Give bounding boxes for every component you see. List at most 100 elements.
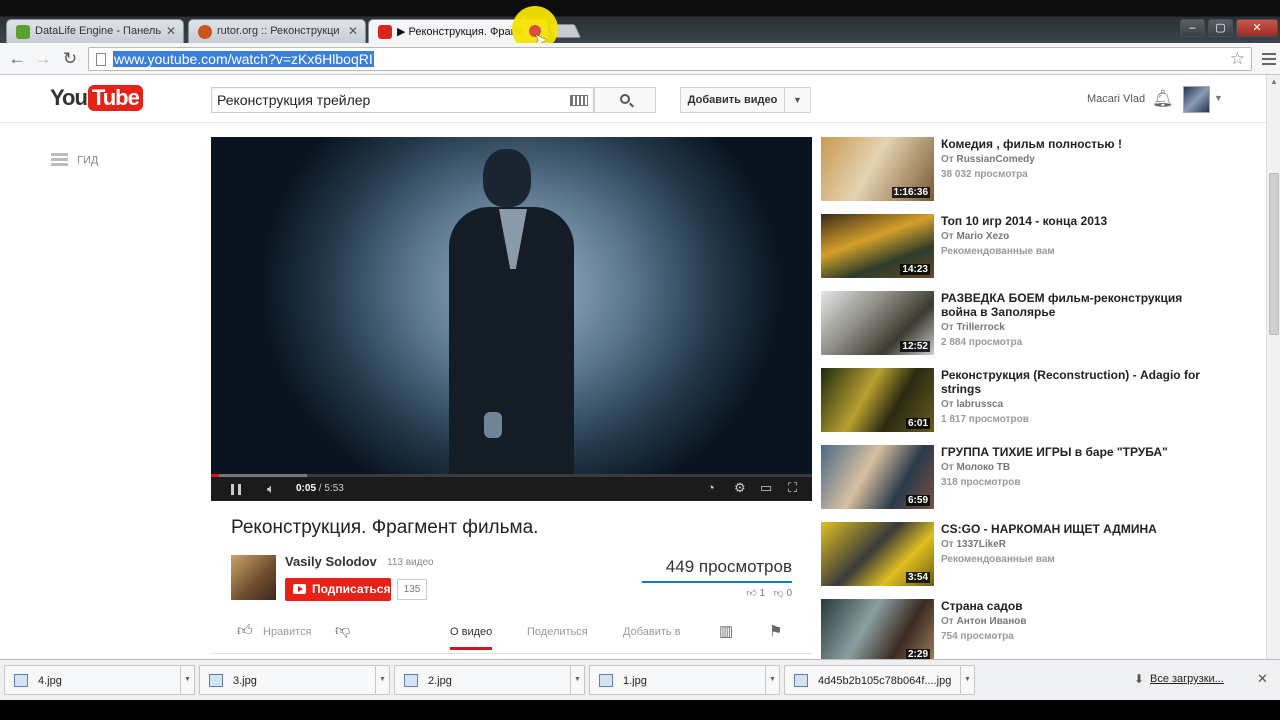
video-thumbnail[interactable]: 6:59 [821,445,934,509]
like-button[interactable]: Нравится [263,626,312,638]
related-channel[interactable]: labrussca [956,399,1003,410]
youtube-favicon-icon [378,25,392,39]
download-item[interactable]: 3.jpg ▼ [199,665,390,695]
related-channel[interactable]: Trillerrock [956,322,1004,333]
thumbs-down-icon[interactable]: 👎︎ [774,588,784,599]
tab-share[interactable]: Поделиться [527,626,588,638]
channel-name[interactable]: Vasily Solodov [285,554,377,569]
pause-icon[interactable] [231,484,241,495]
related-meta: Рекомендованные вам [941,246,1055,257]
statistics-icon[interactable]: ▥ [719,622,733,640]
tab-datalife[interactable]: DataLife Engine - Панель ✕ [6,19,184,44]
close-icon[interactable]: ✕ [166,24,176,38]
url-text[interactable]: www.youtube.com/watch?v=zKx6HlboqRI [113,51,374,67]
subscribe-button[interactable]: Подписаться [285,578,391,601]
page-scrollbar[interactable]: ▲ [1266,75,1280,659]
related-title[interactable]: CS:GO - НАРКОМАН ИЩЕТ АДМИНА [941,522,1157,536]
related-video[interactable]: 1:16:36 Комедия , фильм полностью ! От R… [821,137,1241,201]
fullscreen-icon[interactable]: ⛶ [788,480,797,496]
scrollbar-thumb[interactable] [1269,173,1279,335]
duration-badge: 2:29 [905,649,930,659]
watch-later-icon[interactable]: ◔ [707,480,715,495]
related-title[interactable]: Комедия , фильм полностью ! [941,137,1122,151]
bell-icon[interactable]: 🔔︎ [1152,89,1174,109]
channel-video-count[interactable]: 113 видео [387,557,434,568]
maximize-button[interactable]: ▢ [1208,19,1233,37]
download-item[interactable]: 1.jpg ▼ [589,665,780,695]
bookmark-star-icon[interactable]: ☆ [1230,49,1245,69]
search-button[interactable] [594,87,656,113]
chevron-down-icon[interactable]: ▼ [570,666,584,694]
reload-icon[interactable]: ↻ [59,49,81,69]
youtube-logo[interactable]: You Tube [50,85,143,113]
tab-add-to[interactable]: Добавить в [623,626,681,638]
related-video[interactable]: 6:59 ГРУППА ТИХИЕ ИГРЫ в баре "ТРУБА" От… [821,445,1241,509]
related-video[interactable]: 3:54 CS:GO - НАРКОМАН ИЩЕТ АДМИНА От 133… [821,522,1241,586]
related-video[interactable]: 14:23 Топ 10 игр 2014 - конца 2013 От Ma… [821,214,1241,278]
chevron-down-icon[interactable]: ▼ [765,666,779,694]
related-title[interactable]: Реконструкция (Reconstruction) - Adagio … [941,368,1200,396]
guide-button[interactable]: ГИД [51,153,98,168]
logo-you: You [50,85,88,110]
chevron-down-icon[interactable]: ▼ [375,666,389,694]
channel-avatar[interactable] [231,555,276,600]
close-icon[interactable]: ✕ [1257,671,1268,687]
related-meta: 2 884 просмотра [941,337,1023,348]
video-thumbnail[interactable]: 14:23 [821,214,934,278]
related-video[interactable]: 2:29 Страна садов От Антон Иванов 754 пр… [821,599,1241,659]
keyboard-icon[interactable] [570,95,588,106]
video-thumbnail[interactable]: 6:01 [821,368,934,432]
download-item[interactable]: 2.jpg ▼ [394,665,585,695]
flag-icon[interactable]: ⚑ [769,622,782,640]
username[interactable]: Macari Vlad [1087,93,1145,105]
related-meta: Рекомендованные вам [941,554,1055,565]
upload-dropdown-button[interactable]: ▼ [785,87,811,113]
download-item[interactable]: 4.jpg ▼ [4,665,195,695]
forward-arrow-icon[interactable]: → [32,49,54,69]
video-thumbnail[interactable]: 1:16:36 [821,137,934,201]
gear-icon[interactable]: ⚙ [734,480,746,496]
tab-rutor[interactable]: rutor.org :: Реконструкци ✕ [188,19,366,44]
scroll-up-icon[interactable]: ▲ [1270,77,1278,86]
browser-menu-icon[interactable] [1262,53,1276,68]
upload-button[interactable]: Добавить видео [680,87,785,113]
all-downloads-link[interactable]: Все загрузки... [1134,672,1224,686]
chevron-down-icon[interactable]: ▼ [180,666,194,694]
theater-mode-icon[interactable]: ▭ [760,480,772,496]
back-arrow-icon[interactable]: ← [6,49,28,69]
like-icon[interactable]: 👍︎ [237,622,253,640]
search-query: Реконструкция трейлер [217,92,371,108]
thumbs-up-icon[interactable]: 👍︎ [746,588,756,599]
related-channel[interactable]: Молоко ТВ [956,462,1010,473]
minimize-button[interactable]: – [1180,19,1205,37]
close-icon[interactable]: ✕ [348,24,358,38]
search-input[interactable]: Реконструкция трейлер [211,87,594,113]
youtube-page: You Tube Реконструкция трейлер Добавить в… [0,75,1266,659]
video-frame[interactable] [211,137,812,474]
related-title[interactable]: Страна садов [941,599,1023,613]
dislike-icon[interactable]: 👎︎ [335,622,350,640]
related-video[interactable]: 12:52 РАЗВЕДКА БОЕМ фильм-реконструкция … [821,291,1241,355]
tab-about[interactable]: О видео [450,626,493,650]
video-thumbnail[interactable]: 12:52 [821,291,934,355]
related-channel[interactable]: 1337LikeR [956,539,1005,550]
related-video[interactable]: 6:01 Реконструкция (Reconstruction) - Ad… [821,368,1241,432]
chevron-down-icon[interactable]: ▼ [1214,93,1223,103]
related-title[interactable]: ГРУППА ТИХИЕ ИГРЫ в баре "ТРУБА" [941,445,1168,459]
avatar[interactable] [1183,86,1210,113]
chevron-down-icon[interactable]: ▼ [960,666,974,694]
related-title[interactable]: РАЗВЕДКА БОЕМ фильм-реконструкция война … [941,291,1182,319]
related-title[interactable]: Топ 10 игр 2014 - конца 2013 [941,214,1107,228]
related-channel[interactable]: Mario Xezo [956,231,1009,242]
page-icon [96,53,106,66]
related-channel[interactable]: RussianComedy [956,154,1034,165]
related-channel[interactable]: Антон Иванов [956,616,1026,627]
video-player[interactable]: 🔈︎ 0:05 / 5:53 ◔ ⚙ ▭ ⛶ [211,137,812,501]
download-item[interactable]: 4d45b2b105c78b064f....jpg ▼ [784,665,975,695]
volume-icon[interactable]: 🔈︎ [267,481,275,497]
window-close-button[interactable]: ✕ [1236,19,1278,37]
video-thumbnail[interactable]: 2:29 [821,599,934,659]
address-bar[interactable]: www.youtube.com/watch?v=zKx6HlboqRI ☆ [88,47,1252,71]
video-thumbnail[interactable]: 3:54 [821,522,934,586]
tab-label: rutor.org :: Реконструкци [217,25,340,37]
